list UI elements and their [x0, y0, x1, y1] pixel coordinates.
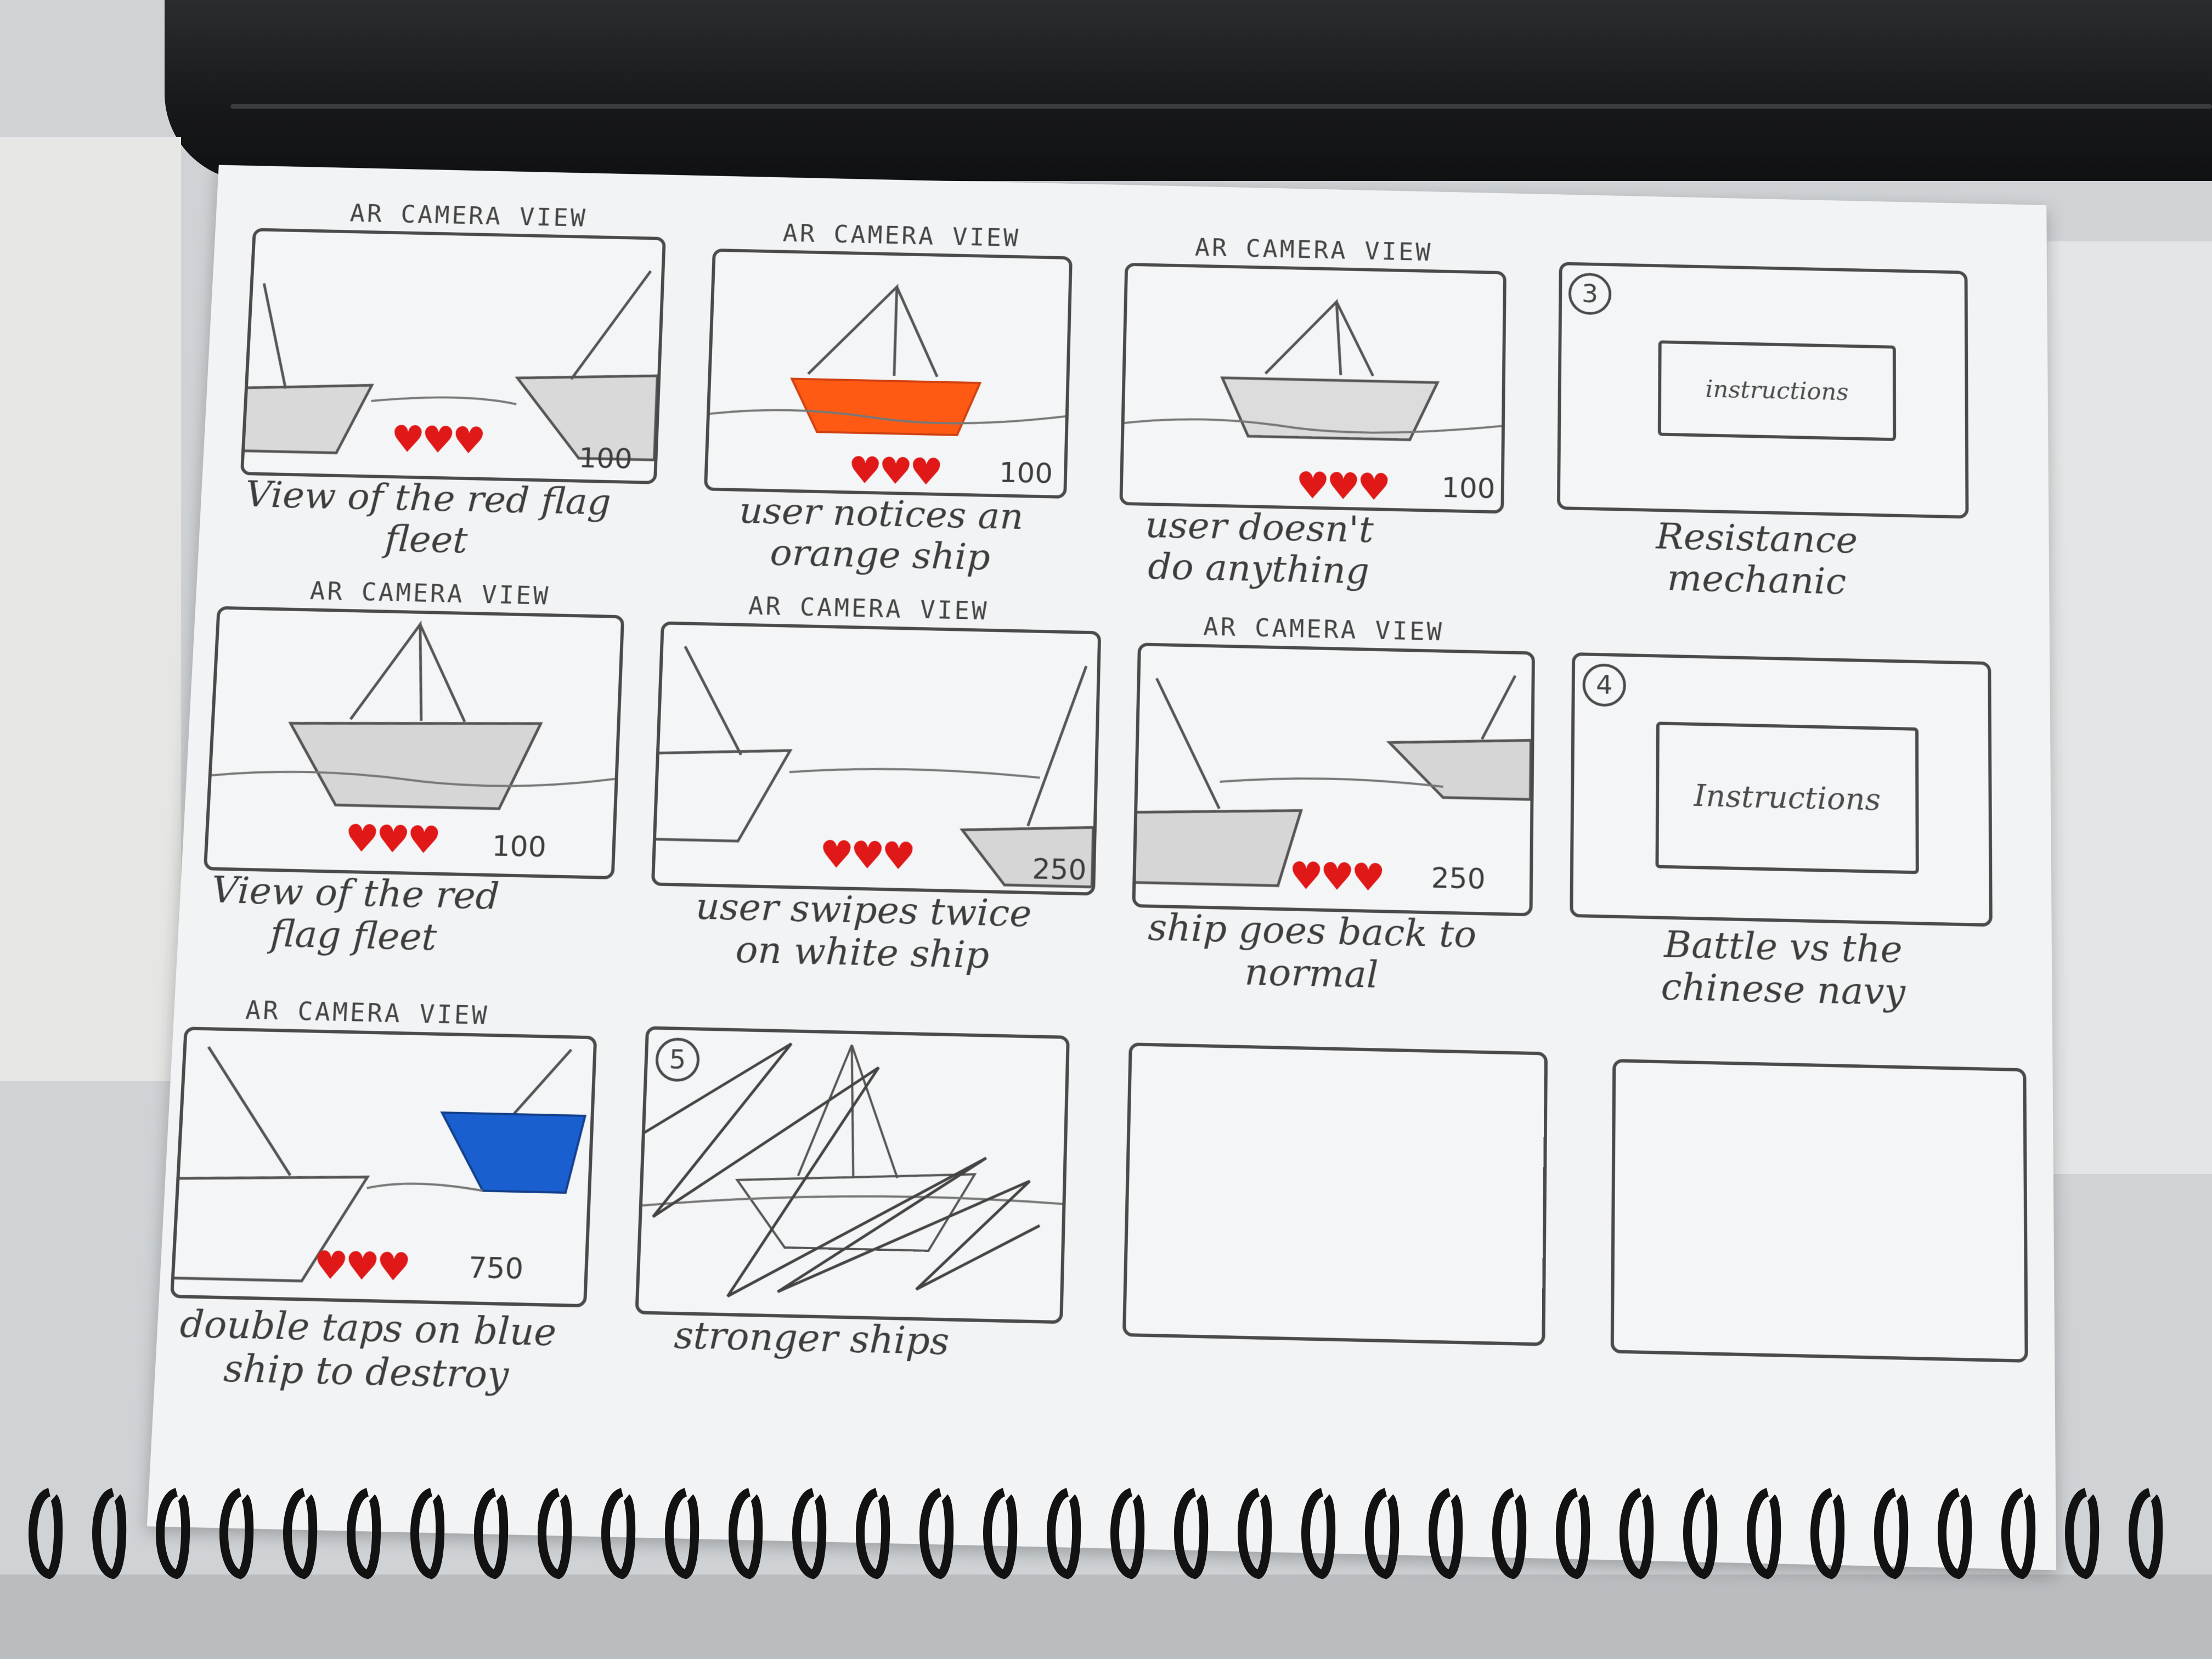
score: 750 [467, 1251, 524, 1286]
binding-ring [347, 1488, 381, 1579]
score: 250 [1431, 862, 1486, 896]
binding-ring [665, 1488, 699, 1579]
sketchbook-page: AR CAMERA VIEW ♥♥♥ 100 View of the red f… [146, 165, 2057, 1571]
lives-hearts: ♥♥♥ [847, 448, 941, 494]
lives-hearts: ♥♥♥ [343, 816, 439, 863]
binding-ring [792, 1488, 827, 1579]
binding-ring [1747, 1488, 1781, 1579]
score: 100 [998, 457, 1053, 490]
binding-ring [919, 1488, 954, 1579]
storyboard-panel-8: 4 Instructions [1570, 652, 1993, 927]
caption: user notices an orange ship [738, 489, 1024, 579]
caption: View of the red flag fleet [244, 473, 612, 562]
binding-ring [538, 1488, 572, 1579]
binding-ring [1301, 1488, 1336, 1579]
panel-header: AR CAMERA VIEW [309, 576, 551, 611]
storyboard-panel-4: 3 instructions [1556, 262, 1969, 519]
binding-ring [1174, 1488, 1209, 1579]
binding-ring [2129, 1488, 2163, 1579]
panel-header: AR CAMERA VIEW [748, 591, 990, 626]
lives-hearts: ♥♥♥ [1295, 464, 1389, 509]
binding-ring [1556, 1488, 1590, 1579]
binding-ring [156, 1488, 190, 1579]
binding-ring [2001, 1488, 2036, 1579]
binding-ring [983, 1488, 1018, 1579]
caption: View of the red flag fleet [210, 868, 500, 960]
step-number: 4 [1582, 663, 1627, 707]
panel-header: AR CAMERA VIEW [245, 995, 490, 1030]
desk-surface-right [2047, 241, 2212, 1174]
binding-ring [219, 1488, 254, 1579]
step-number: 3 [1568, 272, 1612, 315]
storyboard-panel-1: ♥♥♥ 100 [240, 228, 666, 484]
binding-ring [1938, 1488, 1972, 1579]
storyboard-panel-7: ♥♥♥ 250 [1132, 642, 1536, 917]
storyboard-panel-5: ♥♥♥ 100 [203, 606, 625, 880]
caption: user doesn't do anything [1144, 504, 1374, 592]
caption: Battle vs the chinese navy [1661, 923, 1906, 1014]
storyboard-panel-9: ♥♥♥ 750 [170, 1026, 597, 1308]
score: 100 [491, 830, 547, 864]
binding-ring [283, 1488, 318, 1579]
binding-ring [1810, 1488, 1845, 1579]
lives-hearts: ♥♥♥ [312, 1242, 409, 1290]
storyboard-panel-2: ♥♥♥ 100 [703, 248, 1073, 499]
binding-ring [1492, 1488, 1527, 1579]
caption: double taps on blue ship to destroy [179, 1302, 557, 1397]
binding-ring [1365, 1488, 1400, 1579]
storyboard-panel-3: ♥♥♥ 100 [1119, 262, 1506, 514]
binding-ring [1620, 1488, 1654, 1579]
lives-hearts: ♥♥♥ [819, 832, 913, 879]
desk-surface-left [0, 137, 181, 1081]
lives-hearts: ♥♥♥ [390, 417, 484, 462]
spiral-binding [29, 1488, 2163, 1579]
binding-ring [29, 1488, 63, 1579]
score: 100 [1441, 472, 1496, 505]
caption: stronger ships [673, 1313, 950, 1364]
sketch-scribbled-ship [639, 1030, 1066, 1321]
panel-header: AR CAMERA VIEW [1194, 233, 1433, 267]
storyboard-panel-10: 5 [635, 1026, 1070, 1324]
binding-ring [1874, 1488, 1909, 1579]
score: 100 [578, 442, 633, 476]
caption: user swipes twice on white ship [695, 885, 1032, 977]
instructions-box: instructions [1657, 340, 1897, 442]
caption: ship goes back to normal [1147, 906, 1477, 997]
caption: Resistance mechanic [1656, 515, 1858, 603]
binding-ring [2065, 1488, 2100, 1579]
panel-header: AR CAMERA VIEW [349, 199, 588, 233]
binding-ring [856, 1488, 890, 1579]
binding-ring [1429, 1488, 1463, 1579]
binding-ring [1047, 1488, 1081, 1579]
binding-ring [1110, 1488, 1145, 1579]
instructions-box: Instructions [1655, 721, 1919, 874]
lives-hearts: ♥♥♥ [1288, 853, 1383, 900]
storyboard-panel-11 [1122, 1042, 1548, 1346]
storyboard-panel-6: ♥♥♥ 250 [651, 621, 1102, 896]
binding-ring [410, 1488, 445, 1579]
binding-ring [729, 1488, 763, 1579]
bag-zipper [230, 104, 2212, 109]
binding-ring [474, 1488, 509, 1579]
binding-ring [92, 1488, 127, 1579]
panel-header: AR CAMERA VIEW [1203, 612, 1444, 647]
binding-ring [601, 1488, 636, 1579]
binding-ring [1238, 1488, 1272, 1579]
panel-header: AR CAMERA VIEW [782, 218, 1021, 252]
score: 250 [1031, 853, 1087, 887]
binding-ring [1683, 1488, 1718, 1579]
laptop-bag [165, 0, 2212, 181]
storyboard-panel-12 [1610, 1059, 2028, 1363]
